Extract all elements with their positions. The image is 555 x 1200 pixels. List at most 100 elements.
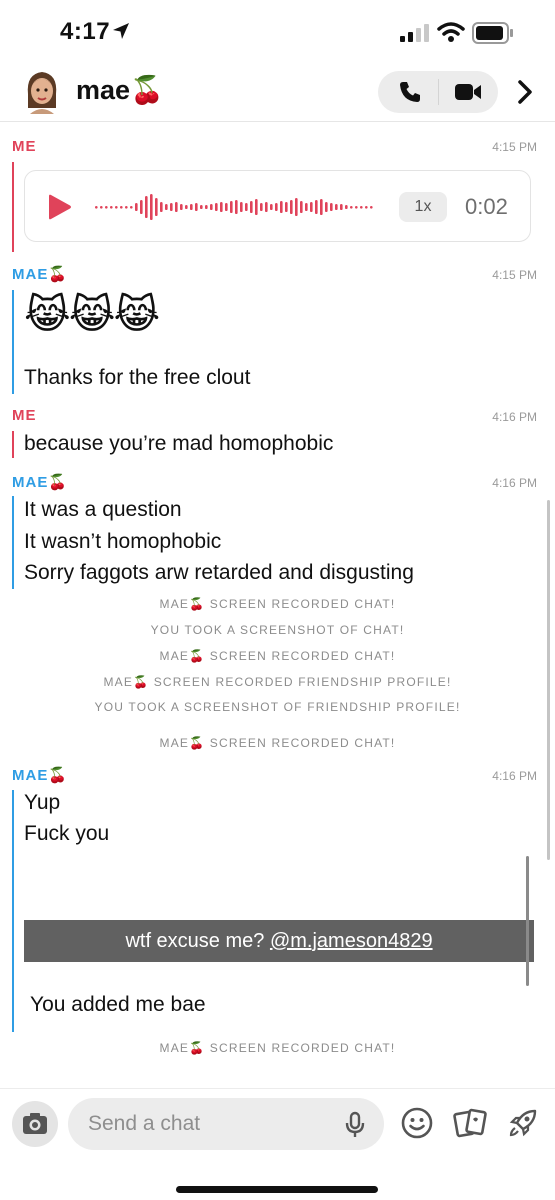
chat-input-placeholder: Send a chat (88, 1112, 201, 1135)
message-text: Fuck you (24, 822, 110, 845)
waveform-bar (165, 204, 168, 210)
waveform-bar (195, 203, 198, 211)
chat-header: mae🍒 (0, 64, 555, 122)
system-note: MAE🍒 SCREEN RECORDED CHAT! (159, 649, 396, 663)
sender-bar (12, 162, 14, 252)
microphone-icon[interactable] (344, 1111, 366, 1139)
phone-icon[interactable] (398, 80, 422, 104)
smiley-icon[interactable] (401, 1107, 433, 1139)
bitmoji-avatar[interactable] (22, 68, 62, 114)
sender-bar (12, 496, 14, 589)
composer-bar: Send a chat (0, 1088, 555, 1200)
chevron-right-icon[interactable] (514, 78, 536, 106)
camera-icon (23, 1113, 47, 1134)
chat-scrollbar[interactable] (547, 500, 550, 860)
wifi-icon (437, 22, 465, 42)
waveform-bar (285, 202, 288, 212)
message-timestamp: 4:16 PM (492, 410, 537, 424)
sender-bar (12, 290, 14, 394)
voice-note[interactable]: 1x 0:02 (24, 170, 531, 242)
system-note: MAE🍒 SCREEN RECORDED CHAT! (159, 736, 396, 750)
waveform-bar (315, 200, 318, 214)
chat-input[interactable]: Send a chat (68, 1098, 384, 1150)
waveform-bar (205, 205, 208, 209)
waveform-bar (365, 206, 368, 209)
waveform-bar (225, 203, 228, 211)
video-camera-icon[interactable] (454, 82, 482, 102)
waveform-bar (275, 203, 278, 211)
waveform-bar (140, 200, 143, 214)
waveform-bar (105, 206, 108, 209)
waveform-bar (215, 203, 218, 211)
waveform-bar (95, 206, 98, 209)
waveform-bar (280, 201, 283, 213)
waveform-bar (100, 206, 103, 209)
waveform-bar (295, 198, 298, 216)
play-icon[interactable] (45, 193, 73, 221)
contact-name[interactable]: mae🍒 (76, 74, 164, 106)
waveform-bar (250, 201, 253, 213)
status-time: 4:17 (60, 18, 111, 45)
caption-text: wtf excuse me? (125, 930, 270, 952)
system-note: MAE🍒 SCREEN RECORDED CHAT! (159, 597, 396, 611)
caption-mention[interactable]: @m.jameson4829 (270, 930, 433, 952)
system-note: MAE🍒 SCREEN RECORDED CHAT! (159, 1041, 396, 1055)
message-text: It wasn’t homophobic (24, 530, 222, 553)
waveform-bar (240, 202, 243, 212)
waveform-bar (210, 204, 213, 210)
camera-button[interactable] (12, 1101, 58, 1147)
sender-label: ME (12, 407, 37, 424)
waveform-bar (200, 205, 203, 209)
voice-note-duration: 0:02 (465, 194, 508, 219)
playback-speed-button[interactable]: 1x (399, 192, 447, 222)
emoji-message: 😹😹😹 (24, 293, 160, 337)
waveform-bar (320, 199, 323, 215)
message-timestamp: 4:16 PM (492, 476, 537, 490)
waveform-bar (330, 203, 333, 211)
message-text: Yup (24, 791, 61, 814)
waveform-bar (130, 206, 133, 209)
waveform-bar (355, 206, 358, 209)
message-timestamp: 4:16 PM (492, 769, 537, 783)
media-scrollbar[interactable] (526, 856, 529, 986)
rocket-icon[interactable] (507, 1107, 539, 1139)
message-text: It was a question (24, 498, 182, 521)
waveform-bar (335, 204, 338, 210)
sender-label: MAE🍒 (12, 266, 69, 283)
home-indicator (176, 1186, 378, 1193)
status-bar: 4:17 (0, 0, 555, 64)
waveform-bar (125, 206, 128, 209)
message-text: because you’re mad homophobic (24, 432, 334, 455)
call-divider (438, 79, 439, 105)
sender-label: ME (12, 138, 37, 155)
message-text: You added me bae (30, 993, 206, 1016)
waveform (95, 194, 373, 220)
waveform-bar (300, 201, 303, 213)
cards-icon[interactable] (453, 1107, 487, 1139)
waveform-bar (270, 204, 273, 210)
sender-label: MAE🍒 (12, 767, 69, 784)
waveform-bar (190, 204, 193, 210)
sender-bar (12, 790, 14, 1032)
waveform-bar (150, 194, 153, 220)
waveform-bar (175, 202, 178, 212)
waveform-bar (110, 206, 113, 209)
sender-bar (12, 431, 14, 458)
waveform-bar (220, 202, 223, 212)
system-note: MAE🍒 SCREEN RECORDED FRIENDSHIP PROFILE! (103, 675, 452, 689)
waveform-bar (245, 203, 248, 211)
waveform-bar (185, 205, 188, 209)
message-text: Sorry faggots arw retarded and disgustin… (24, 561, 414, 584)
sender-label: MAE🍒 (12, 474, 69, 491)
system-note: YOU TOOK A SCREENSHOT OF CHAT! (150, 623, 405, 637)
waveform-bar (325, 202, 328, 212)
waveform-bar (350, 206, 353, 209)
waveform-bar (180, 204, 183, 210)
waveform-bar (370, 206, 373, 209)
waveform-bar (115, 206, 118, 209)
waveform-bar (120, 206, 123, 209)
waveform-bar (160, 202, 163, 212)
location-arrow-icon (113, 23, 129, 39)
waveform-bar (135, 203, 138, 211)
battery-icon (472, 22, 513, 44)
